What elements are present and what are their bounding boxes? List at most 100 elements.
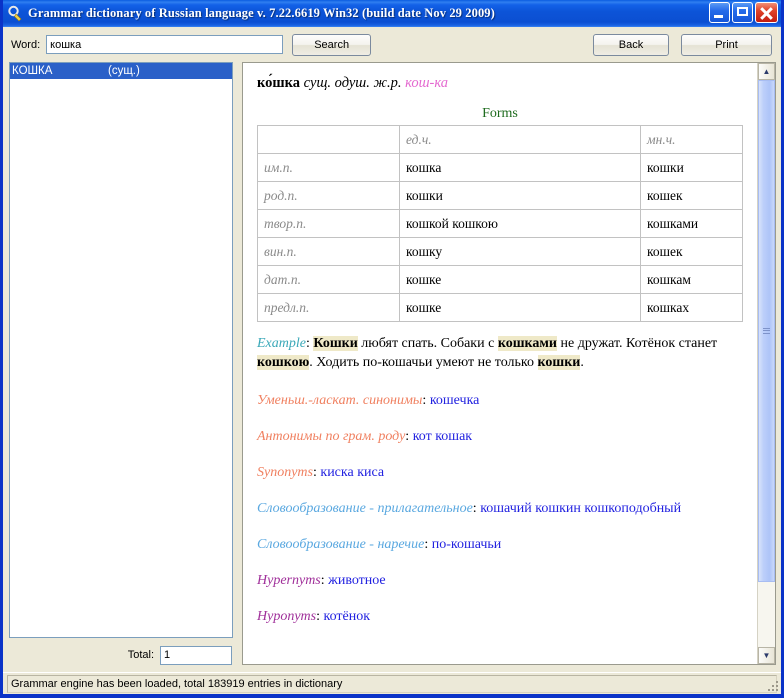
example-plain: не дружат. Котёнок станет	[556, 336, 718, 351]
entry-label: Hypernyms	[257, 572, 321, 588]
forms-row: дат.п. кошке кошкам	[257, 265, 743, 294]
entry-separator: :	[422, 392, 430, 408]
vertical-scrollbar[interactable]: ▲ ▼	[757, 63, 775, 664]
search-input[interactable]	[46, 35, 284, 54]
minimize-button[interactable]	[709, 2, 730, 23]
list-item[interactable]: КОШКА (сущ.)	[10, 63, 232, 79]
entry-label: Словообразование - прилагательное	[257, 500, 473, 516]
example-highlight: кошкою	[257, 355, 310, 371]
forms-cell: кошки	[399, 181, 641, 210]
total-value-field	[160, 645, 232, 665]
example-plain: .	[580, 355, 584, 371]
forms-cell: кошка	[399, 153, 641, 182]
forms-cell: род.п.	[257, 181, 400, 210]
forms-cell: дат.п.	[257, 265, 400, 294]
entry-value: кошечка	[429, 392, 480, 408]
article-entry: Hypernyms: животное	[257, 573, 743, 589]
title-bar: Grammar dictionary of Russian language v…	[3, 0, 781, 27]
forms-cell: кошек	[640, 237, 743, 266]
scroll-down-button[interactable]: ▼	[758, 647, 775, 664]
entry-label: Hyponyms	[257, 608, 317, 624]
pane-splitter[interactable]	[233, 62, 242, 672]
entry-label: Уменьш.-ласкат. синонимы	[257, 392, 423, 408]
resize-grip-icon[interactable]	[765, 678, 779, 692]
example-block: Example: Кошки любят спать. Собаки с кош…	[257, 334, 743, 373]
example-highlight: Кошки	[313, 336, 358, 351]
entry-label: Словообразование - наречие	[257, 536, 425, 552]
article-frame: ко́шка сущ. одуш. ж.р. кош-ка Forms ед.ч…	[242, 62, 776, 665]
entry-label: Антонимы по грам. роду	[257, 428, 406, 444]
forms-cell: вин.п.	[257, 237, 400, 266]
example-highlight: кошки	[537, 355, 581, 371]
status-message: Grammar engine has been loaded, total 18…	[7, 674, 777, 693]
application-window: Grammar dictionary of Russian language v…	[0, 0, 784, 698]
print-button[interactable]: Print	[681, 34, 772, 56]
article-entry: Synonyms: киска киса	[257, 465, 743, 481]
article-entries: Уменьш.-ласкат. синонимы: кошечка Антоним…	[257, 393, 743, 625]
article-entry: Hyponyms: котёнок	[257, 609, 743, 625]
article-entry: Словообразование - прилагательное: кошач…	[257, 501, 743, 517]
total-row: Total:	[9, 638, 233, 672]
word-label: Word:	[11, 38, 41, 51]
headword-grammar: сущ. одуш. ж.р.	[303, 75, 402, 91]
search-toolbar: Word: Search Back Print	[3, 27, 781, 62]
example-text: Кошки любят спать. Собаки с кошками не д…	[257, 336, 718, 371]
forms-cell: кошками	[640, 209, 743, 238]
forms-row: твор.п. кошкой кошкою кошками	[257, 209, 743, 238]
article-entry: Антонимы по грам. роду: кот кошак	[257, 429, 743, 445]
forms-row: им.п. кошка кошки	[257, 153, 743, 182]
forms-cell: кошках	[640, 293, 743, 322]
forms-header-cell: ед.ч.	[399, 125, 641, 154]
scrollbar-grip-icon	[763, 326, 770, 335]
forms-row: предл.п. кошке кошках	[257, 293, 743, 322]
forms-cell: кошки	[640, 153, 743, 182]
forms-header-cell	[257, 125, 400, 154]
entry-value: кошачий кошкин кошкоподобный	[480, 500, 682, 516]
entry-label: Synonyms	[257, 464, 313, 480]
forms-heading: Forms	[482, 106, 518, 121]
entry-value: киска киса	[320, 464, 385, 480]
status-bar: Grammar engine has been loaded, total 18…	[3, 672, 781, 694]
forms-table: ед.ч. мн.ч. им.п. кошка кошки род.п. кошки коше…	[257, 125, 743, 322]
close-button[interactable]	[755, 2, 778, 23]
entry-separator: :	[405, 428, 413, 444]
list-item-pos: (сущ.)	[108, 65, 140, 77]
entry-value: котёнок	[323, 608, 371, 624]
example-plain: любят спать. Собаки с	[357, 336, 498, 351]
list-item-word: КОШКА	[12, 65, 53, 77]
forms-row: вин.п. кошку кошек	[257, 237, 743, 266]
forms-cell: кошке	[399, 265, 641, 294]
forms-cell: предл.п.	[257, 293, 400, 322]
entry-value: кот кошак	[412, 428, 473, 444]
forms-cell: твор.п.	[257, 209, 400, 238]
scrollbar-track[interactable]	[758, 80, 775, 647]
example-label: Example	[257, 336, 306, 351]
back-button[interactable]: Back	[593, 34, 669, 56]
article-content: ко́шка сущ. одуш. ж.р. кош-ка Forms ед.ч…	[243, 63, 757, 664]
headword-syllabification: кош-ка	[405, 75, 449, 91]
forms-cell: им.п.	[257, 153, 400, 182]
forms-cell: кошку	[399, 237, 641, 266]
window-controls	[709, 2, 778, 23]
results-list[interactable]: КОШКА (сущ.)	[9, 62, 233, 638]
scroll-up-button[interactable]: ▲	[758, 63, 775, 80]
forms-cell: кошек	[640, 181, 743, 210]
app-icon	[7, 5, 24, 22]
total-label: Total:	[127, 649, 154, 661]
forms-header-row: ед.ч. мн.ч.	[257, 125, 743, 154]
article-pane: ко́шка сущ. одуш. ж.р. кош-ка Forms ед.ч…	[242, 62, 776, 672]
example-plain: . Ходить по-кошачьи умеют не только	[309, 355, 538, 371]
window-title: Grammar dictionary of Russian language v…	[28, 6, 495, 20]
forms-cell: кошке	[399, 293, 641, 322]
headword-line: ко́шка сущ. одуш. ж.р. кош-ка	[257, 75, 743, 92]
entry-separator: :	[316, 608, 324, 624]
nav-buttons: Back Print	[593, 34, 772, 56]
search-button[interactable]: Search	[292, 33, 372, 56]
article-entry: Словообразование - наречие: по-кошачьи	[257, 537, 743, 553]
maximize-button[interactable]	[732, 2, 753, 23]
forms-row: род.п. кошки кошек	[257, 181, 743, 210]
forms-cell: кошкам	[640, 265, 743, 294]
chevron-down-icon: ▼	[762, 650, 771, 660]
results-pane: КОШКА (сущ.) Total:	[9, 62, 233, 672]
scrollbar-thumb[interactable]	[758, 80, 775, 582]
